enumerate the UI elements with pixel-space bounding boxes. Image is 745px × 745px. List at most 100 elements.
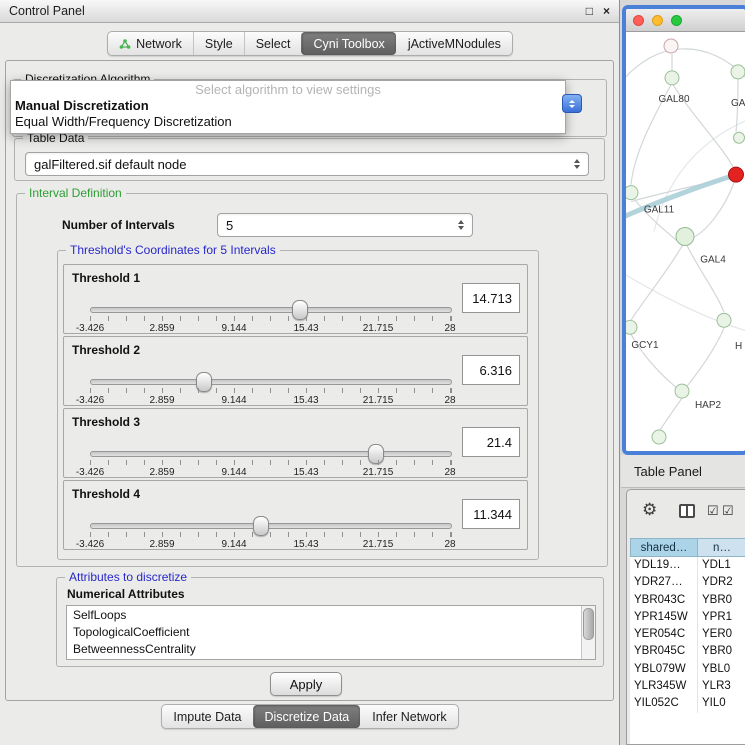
minimize-traffic-light-icon[interactable] (652, 15, 663, 26)
table-cell[interactable]: YLR345W (630, 678, 698, 695)
network-node[interactable] (676, 228, 694, 246)
threshold-1-slider[interactable]: -3.426 2.859 9.144 15.43 21.715 28 (78, 297, 510, 333)
table-cell[interactable]: YER054C (630, 626, 698, 643)
slider-track[interactable] (90, 307, 452, 313)
table-cell[interactable]: YBR043C (630, 592, 698, 609)
network-canvas[interactable]: GAL80 GA GAL11 GAL4 GCY1 H HAP2 (626, 32, 745, 451)
table-cell[interactable]: YBR0 (698, 592, 745, 609)
table-row[interactable]: YDR27…YDR2 (630, 574, 745, 591)
node-label: GAL4 (700, 254, 726, 265)
close-window-icon[interactable]: × (603, 4, 610, 18)
algorithm-combo-stepper[interactable] (562, 94, 582, 113)
table-cell[interactable]: YDR27… (630, 574, 698, 591)
close-traffic-light-icon[interactable] (633, 15, 644, 26)
select-columns-checkbox-icon[interactable]: ☑ (722, 504, 734, 517)
threshold-2-value-field[interactable]: 6.316 (462, 355, 520, 385)
table-panel-title: Table Panel (634, 464, 702, 479)
float-window-icon[interactable]: □ (586, 4, 593, 18)
control-panel-window: Control Panel □ × Network Style Se (0, 0, 620, 745)
apply-button[interactable]: Apply (270, 672, 342, 696)
threshold-1-value-field[interactable]: 14.713 (462, 283, 520, 313)
tab-jactivemnodules[interactable]: jActiveMNodules (396, 32, 512, 55)
network-edges-faint (626, 120, 745, 331)
scale-tick-label: 21.715 (348, 395, 408, 406)
network-node[interactable] (626, 186, 638, 200)
scale-tick-label: 28 (420, 395, 480, 406)
slider-track[interactable] (90, 523, 452, 529)
threshold-label: Threshold 2 (72, 343, 140, 357)
list-item[interactable]: BetweennessCentrality (67, 640, 595, 657)
gear-icon[interactable]: ⚙ (642, 501, 657, 518)
threshold-3-value-field[interactable]: 21.4 (462, 427, 520, 457)
threshold-label: Threshold 1 (72, 271, 140, 285)
list-item[interactable]: TopologicalCoefficient (67, 623, 595, 640)
tab-style[interactable]: Style (193, 32, 244, 55)
slider-track[interactable] (90, 379, 452, 385)
network-node[interactable] (665, 71, 679, 85)
table-cell[interactable]: YDL19… (630, 557, 698, 574)
tab-network[interactable]: Network (108, 32, 193, 55)
table-cell[interactable]: YDL1 (698, 557, 745, 574)
network-node[interactable] (664, 39, 678, 53)
tab-label: Impute Data (173, 710, 241, 724)
table-row[interactable]: YDL19…YDL1 (630, 557, 745, 574)
tab-discretize-data[interactable]: Discretize Data (253, 705, 361, 728)
threshold-4-value-field[interactable]: 11.344 (462, 499, 520, 529)
threshold-3-slider[interactable]: -3.426 2.859 9.144 15.43 21.715 28 (78, 441, 510, 477)
network-icon (119, 38, 131, 50)
selected-network-node[interactable] (729, 167, 744, 182)
tab-label: Infer Network (372, 710, 446, 724)
dropdown-placeholder: Select algorithm to view settings (11, 81, 565, 98)
scrollbar-thumb[interactable] (583, 608, 594, 640)
network-node[interactable] (652, 430, 666, 444)
dropdown-option-equal-width-frequency[interactable]: Equal Width/Frequency Discretization (11, 114, 565, 130)
tab-select[interactable]: Select (244, 32, 302, 55)
column-header-name[interactable]: n… (698, 538, 745, 557)
table-row[interactable]: YIL052CYIL0 (630, 695, 745, 712)
columns-icon[interactable] (679, 504, 695, 518)
network-node[interactable] (717, 313, 731, 327)
select-all-checkbox-icon[interactable]: ☑ (707, 504, 719, 517)
table-data-select[interactable]: galFiltered.sif default node (25, 152, 589, 176)
network-node[interactable] (731, 65, 745, 79)
table-row[interactable]: YER054CYER0 (630, 626, 745, 643)
table-cell[interactable]: YER0 (698, 626, 745, 643)
tab-label: Discretize Data (265, 710, 350, 724)
table-cell[interactable]: YBL0 (698, 661, 745, 678)
cyni-toolbox-panel: Discretization Algorithm Table Data galF… (5, 60, 614, 701)
table-cell[interactable]: YIL0 (698, 695, 745, 712)
threshold-2-slider[interactable]: -3.426 2.859 9.144 15.43 21.715 28 (78, 369, 510, 405)
table-cell[interactable]: YBL079W (630, 661, 698, 678)
table-row[interactable]: YBR045CYBR0 (630, 643, 745, 660)
table-cell[interactable]: YIL052C (630, 695, 698, 712)
table-row[interactable]: YLR345WYLR3 (630, 678, 745, 695)
tab-infer-network[interactable]: Infer Network (360, 705, 457, 728)
scale-tick-label: 21.715 (348, 467, 408, 478)
slider-track[interactable] (90, 451, 452, 457)
table-cell[interactable]: YBR045C (630, 643, 698, 660)
column-header-shared-name[interactable]: shared… (630, 538, 698, 557)
table-cell[interactable]: YBR0 (698, 643, 745, 660)
network-node[interactable] (626, 320, 637, 334)
table-row[interactable]: YBR043CYBR0 (630, 592, 745, 609)
attributes-list[interactable]: SelfLoops TopologicalCoefficient Between… (66, 605, 596, 660)
table-row[interactable]: YPR145WYPR1 (630, 609, 745, 626)
table-cell[interactable]: YPR145W (630, 609, 698, 626)
table-cell[interactable]: YPR1 (698, 609, 745, 626)
tab-cyni-toolbox[interactable]: Cyni Toolbox (301, 32, 395, 55)
tab-impute-data[interactable]: Impute Data (162, 705, 252, 728)
table-cell[interactable]: YLR3 (698, 678, 745, 695)
zoom-traffic-light-icon[interactable] (671, 15, 682, 26)
list-scrollbar[interactable] (581, 606, 595, 659)
dropdown-option-manual-discretization[interactable]: Manual Discretization (11, 98, 565, 114)
table-row[interactable]: YBL079WYBL0 (630, 661, 745, 678)
network-node[interactable] (675, 384, 689, 398)
network-node[interactable] (734, 132, 745, 143)
threshold-4-slider[interactable]: -3.426 2.859 9.144 15.43 21.715 28 (78, 513, 510, 549)
number-of-intervals-select[interactable]: 5 (217, 213, 473, 237)
network-node-labels: GAL80 GA GAL11 GAL4 GCY1 H HAP2 (631, 94, 745, 411)
table-cell[interactable]: YDR2 (698, 574, 745, 591)
scale-tick-label: 28 (420, 539, 480, 550)
list-item[interactable]: SelfLoops (67, 606, 595, 623)
group-title: Threshold's Coordinates for 5 Intervals (66, 243, 280, 257)
